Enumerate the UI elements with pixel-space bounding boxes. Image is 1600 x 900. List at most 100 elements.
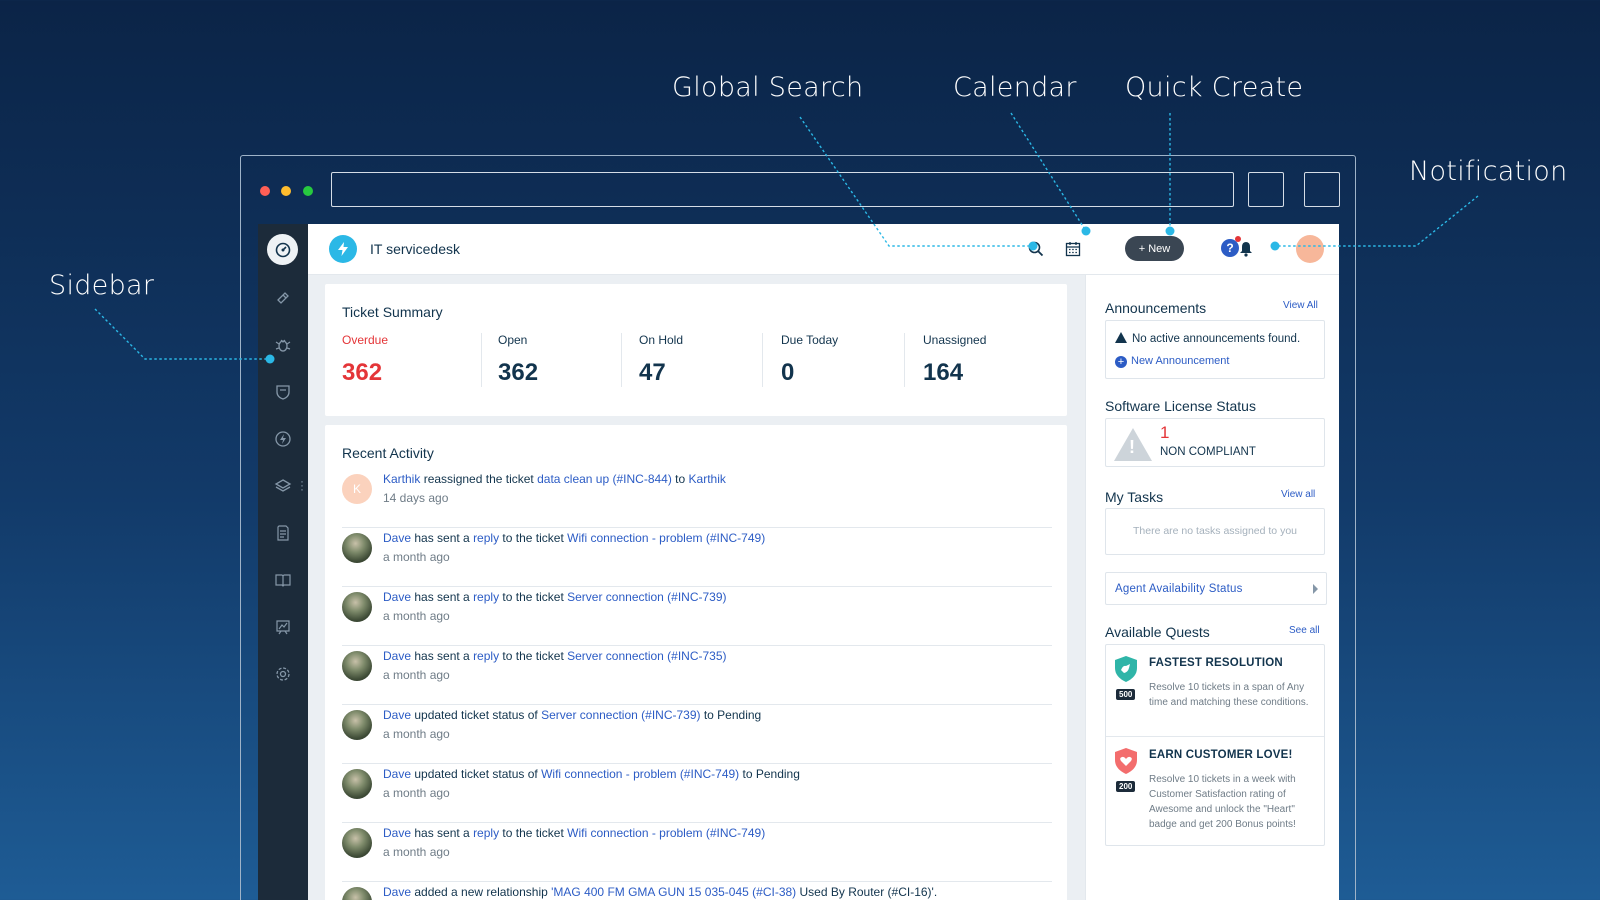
shield-icon — [276, 385, 290, 400]
sidebar-item-changes[interactable] — [258, 372, 308, 412]
ticket-summary-card: Ticket Summary Overdue 362 Open 362 On H… — [325, 284, 1067, 416]
activity-text: Dave has sent a reply to the ticket Serv… — [383, 590, 727, 604]
sidebar-item-problems[interactable] — [258, 325, 308, 365]
freshservice-logo-icon[interactable] — [267, 234, 298, 265]
announcements-view-all-link[interactable]: View All — [1283, 300, 1318, 311]
activity-ticket-link[interactable]: Server connection (#INC-735) — [567, 649, 726, 663]
activity-time: a month ago — [383, 845, 450, 859]
close-window-dot[interactable] — [260, 186, 270, 196]
tasks-view-all-link[interactable]: View all — [1281, 489, 1315, 500]
activity-time: a month ago — [383, 786, 450, 800]
activity-time: 14 days ago — [383, 491, 449, 505]
activity-text: Dave has sent a reply to the ticket Wifi… — [383, 531, 765, 545]
plus-circle-icon: + — [1115, 356, 1127, 368]
activity-text-part: updated ticket status of — [411, 767, 542, 781]
activity-ticket-link[interactable]: reply — [473, 531, 499, 545]
sidebar-item-releases[interactable] — [258, 419, 308, 459]
activity-ticket-link[interactable]: Wifi connection - problem (#INC-749) — [567, 826, 765, 840]
activity-ticket-link[interactable]: reply — [473, 590, 499, 604]
license-status-box[interactable]: ! 1 NON COMPLIANT — [1105, 418, 1325, 467]
activity-text-part: Used By Router (#CI-16)'. — [796, 885, 938, 899]
activity-text-part: has sent a — [411, 826, 474, 840]
gear-icon — [276, 667, 290, 681]
activity-ticket-link[interactable]: Karthik — [689, 472, 726, 486]
maximize-window-dot[interactable] — [303, 186, 313, 196]
activity-user-link[interactable]: Dave — [383, 590, 411, 604]
sidebar-item-contracts[interactable] — [258, 513, 308, 553]
workspace-title[interactable]: IT servicedesk — [370, 241, 460, 257]
sidebar-item-tickets[interactable] — [258, 278, 308, 318]
calendar-button[interactable] — [1063, 239, 1083, 259]
activity-ticket-link[interactable]: 'MAG 400 FM GMA GUN 15 035-045 (#CI-38) — [551, 885, 796, 899]
stat-due-today[interactable]: Due Today 0 — [781, 333, 838, 389]
browser-button-1[interactable] — [1248, 172, 1284, 207]
sidebar-item-admin[interactable] — [258, 654, 308, 694]
servicedesk-logo-icon[interactable] — [329, 235, 357, 263]
activity-avatar[interactable] — [342, 592, 372, 622]
activity-ticket-link[interactable]: Server connection (#INC-739) — [541, 708, 700, 722]
activity-avatar[interactable] — [342, 533, 372, 563]
callout-sidebar: Sidebar — [49, 270, 155, 301]
activity-text: Dave added a new relationship 'MAG 400 F… — [383, 885, 937, 899]
quest-item[interactable]: 200 EARN CUSTOMER LOVE! Resolve 10 ticke… — [1106, 737, 1324, 845]
activity-ticket-link[interactable]: Wifi connection - problem (#INC-749) — [567, 531, 765, 545]
recent-activity-title: Recent Activity — [342, 445, 434, 461]
stat-on-hold[interactable]: On Hold 47 — [639, 333, 683, 389]
document-icon — [277, 525, 289, 541]
address-bar[interactable] — [331, 172, 1234, 207]
activity-ticket-link[interactable]: Wifi connection - problem (#INC-749) — [541, 767, 739, 781]
activity-avatar[interactable]: K — [342, 474, 372, 504]
activity-time: a month ago — [383, 668, 450, 682]
activity-time: a month ago — [383, 550, 450, 564]
activity-avatar[interactable] — [342, 828, 372, 858]
activity-user-link[interactable]: Karthik — [383, 472, 420, 486]
bug-icon — [275, 339, 291, 352]
quest-description: Resolve 10 tickets in a span of Any time… — [1149, 682, 1309, 708]
announcements-box: No active announcements found. + New Anno… — [1105, 320, 1325, 379]
ticket-icon — [277, 292, 289, 304]
stat-unassigned[interactable]: Unassigned 164 — [923, 333, 986, 389]
book-icon — [275, 574, 291, 587]
activity-row: Dave has sent a reply to the ticket Wifi… — [342, 529, 1052, 587]
lightning-icon — [275, 431, 291, 447]
activity-ticket-link[interactable]: reply — [473, 826, 499, 840]
notification-button[interactable] — [1236, 239, 1256, 259]
activity-ticket-link[interactable]: reply — [473, 649, 499, 663]
kebab-menu-icon[interactable]: · · · — [300, 475, 304, 495]
chevron-right-icon — [1313, 584, 1318, 594]
activity-text-part: to the ticket — [499, 590, 568, 604]
activity-ticket-link[interactable]: Server connection (#INC-739) — [567, 590, 726, 604]
agent-availability-button[interactable]: Agent Availability Status — [1105, 572, 1327, 605]
activity-user-link[interactable]: Dave — [383, 531, 411, 545]
activity-avatar[interactable] — [342, 887, 372, 900]
quick-create-button[interactable]: + New — [1125, 236, 1184, 261]
stat-overdue[interactable]: Overdue 362 — [342, 333, 388, 389]
stat-open[interactable]: Open 362 — [498, 333, 538, 389]
browser-button-2[interactable] — [1304, 172, 1340, 207]
quests-see-all-link[interactable]: See all — [1289, 625, 1320, 636]
quest-name: FASTEST RESOLUTION — [1149, 657, 1283, 669]
activity-user-link[interactable]: Dave — [383, 885, 411, 899]
search-icon — [1028, 241, 1044, 257]
activity-avatar[interactable] — [342, 710, 372, 740]
activity-ticket-link[interactable]: data clean up (#INC-844) — [537, 472, 672, 486]
quest-description: Resolve 10 tickets in a week with Custom… — [1149, 774, 1296, 830]
activity-user-link[interactable]: Dave — [383, 767, 411, 781]
sidebar-item-reports[interactable] — [258, 607, 308, 647]
activity-text-part: updated ticket status of — [411, 708, 542, 722]
tasks-box: There are no tasks assigned to you — [1105, 508, 1325, 555]
stat-label: On Hold — [639, 333, 684, 347]
minimize-window-dot[interactable] — [281, 186, 291, 196]
sidebar-item-solutions[interactable] — [258, 560, 308, 600]
user-avatar[interactable] — [1296, 235, 1324, 263]
global-search-button[interactable] — [1026, 239, 1046, 259]
activity-user-link[interactable]: Dave — [383, 826, 411, 840]
activity-user-link[interactable]: Dave — [383, 708, 411, 722]
callout-global-search: Global Search — [672, 72, 864, 103]
sidebar: · · · — [258, 224, 308, 900]
activity-user-link[interactable]: Dave — [383, 649, 411, 663]
activity-avatar[interactable] — [342, 769, 372, 799]
quest-item[interactable]: 500 FASTEST RESOLUTION Resolve 10 ticket… — [1106, 645, 1324, 737]
activity-avatar[interactable] — [342, 651, 372, 681]
new-announcement-link[interactable]: + New Announcement — [1115, 355, 1229, 368]
